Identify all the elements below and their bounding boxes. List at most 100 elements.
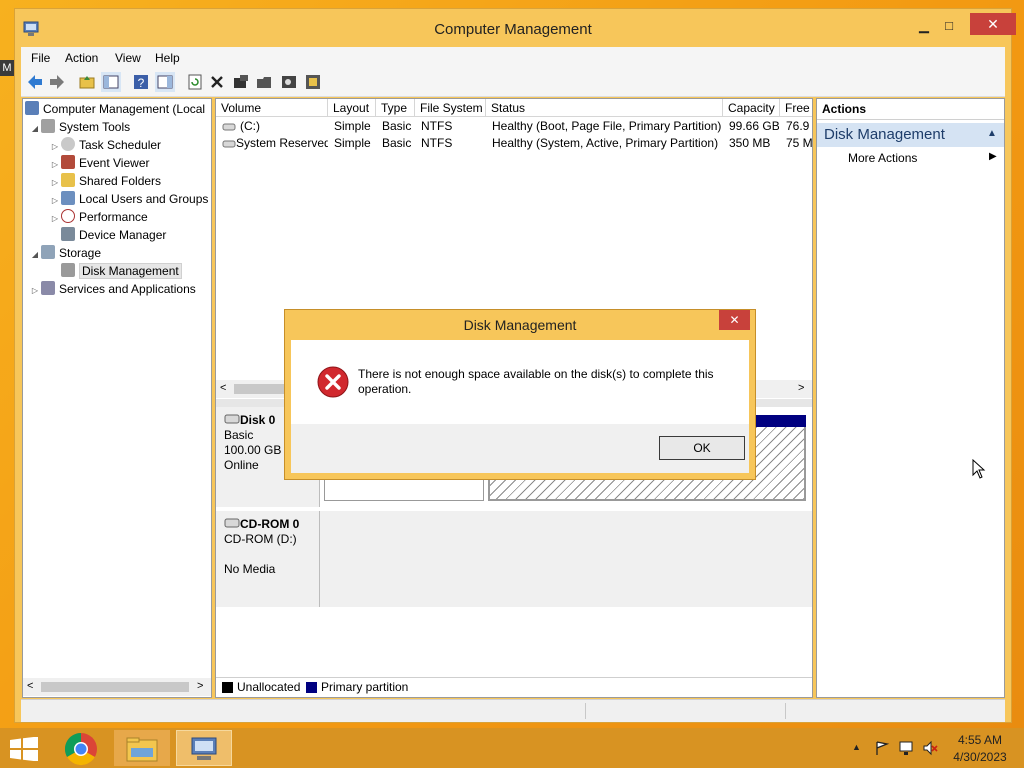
tree-item-storage[interactable]: ◢ Storage [29, 244, 101, 262]
cdrom-0-area[interactable] [320, 511, 812, 607]
delete-icon[interactable] [207, 72, 227, 92]
dialog-footer: OK [291, 424, 749, 473]
title-bar[interactable]: Computer Management ▁ □ ✕ [15, 9, 1016, 47]
scroll-left-icon[interactable]: < [220, 382, 226, 394]
tree-item-computer-management[interactable]: Computer Management (Local [25, 100, 205, 118]
file-explorer-icon [126, 737, 158, 762]
collapse-icon[interactable]: ◢ [29, 246, 41, 264]
refresh-icon[interactable] [185, 72, 205, 92]
expand-icon[interactable]: ▷ [29, 282, 41, 300]
ok-button[interactable]: OK [659, 436, 745, 460]
cdrom-0-info[interactable]: CD-ROM 0 CD-ROM (D:) No Media [216, 511, 320, 607]
legend-unallocated: Unallocated [237, 680, 301, 694]
table-row[interactable]: (C:) Simple Basic NTFS Healthy (Boot, Pa… [216, 118, 812, 135]
minimize-button[interactable]: ▁ [910, 15, 938, 37]
close-button[interactable]: ✕ [970, 13, 1016, 35]
collapse-up-icon[interactable]: ▲ [987, 128, 997, 139]
actions-section-disk-management[interactable]: Disk Management ▲ [817, 123, 1004, 147]
tree-horizontal-scrollbar[interactable]: < > [23, 678, 211, 696]
cdrom-0-type: CD-ROM (D:) [224, 532, 297, 546]
legend-primary: Primary partition [321, 680, 409, 694]
cdrom-icon [224, 518, 240, 528]
tree-item-shared-folders[interactable]: ▷ Shared Folders [49, 172, 161, 190]
column-header-capacity[interactable]: Capacity [723, 99, 780, 117]
expand-icon[interactable]: ▷ [49, 210, 61, 228]
menu-view[interactable]: View [111, 49, 145, 67]
column-header-layout[interactable]: Layout [328, 99, 376, 117]
cdrom-0-label: CD-ROM 0 [224, 517, 319, 532]
scroll-left-icon[interactable]: < [27, 680, 33, 692]
back-icon[interactable] [25, 72, 45, 92]
taskbar: ▲ 4:55 AM 4/30/2023 [0, 728, 1024, 768]
taskbar-file-explorer[interactable] [114, 730, 170, 766]
forward-icon[interactable] [47, 72, 67, 92]
connect-icon[interactable] [231, 72, 251, 92]
open-icon[interactable] [255, 72, 275, 92]
volume-layout: Simple [334, 119, 371, 133]
table-row[interactable]: System Reserved Simple Basic NTFS Health… [216, 135, 812, 152]
volume-muted-icon[interactable] [922, 740, 938, 756]
volume-type: Basic [382, 136, 412, 150]
tree-item-services[interactable]: ▷ Services and Applications [29, 280, 196, 298]
menu-help[interactable]: Help [151, 49, 184, 67]
scrollbar-thumb[interactable] [41, 682, 189, 692]
status-divider [585, 703, 586, 719]
tree-item-local-users[interactable]: ▷ Local Users and Groups [49, 190, 208, 208]
status-divider [785, 703, 786, 719]
maximize-button[interactable]: □ [935, 15, 963, 37]
tree-item-device-manager[interactable]: Device Manager [61, 226, 166, 244]
column-header-status[interactable]: Status [486, 99, 723, 117]
tree-item-task-scheduler[interactable]: ▷ Task Scheduler [49, 136, 161, 154]
column-header-type[interactable]: Type [376, 99, 415, 117]
tools-icon [41, 119, 55, 133]
actions-header: Actions [817, 99, 1004, 120]
taskbar-chrome[interactable] [54, 730, 110, 766]
cdrom-0-status: No Media [224, 562, 276, 576]
clock-time[interactable]: 4:55 AM [950, 733, 1010, 747]
event-viewer-icon [61, 155, 75, 169]
tree-item-system-tools[interactable]: ◢ System Tools [29, 118, 130, 136]
legend: Unallocated Primary partition [216, 677, 812, 697]
tree-item-performance[interactable]: ▷ Performance [49, 208, 148, 226]
action-center-flag-icon[interactable] [874, 740, 890, 756]
actions-title: Actions [822, 102, 867, 116]
tree-item-event-viewer[interactable]: ▷ Event Viewer [49, 154, 149, 172]
column-header-file-system[interactable]: File System [415, 99, 486, 117]
disk-icon [224, 414, 240, 424]
show-hidden-icons-icon[interactable]: ▲ [852, 742, 861, 752]
mouse-cursor-icon [972, 459, 986, 479]
dialog-title: Disk Management [463, 317, 577, 333]
services-icon [41, 281, 55, 295]
rescan-icon[interactable] [303, 72, 323, 92]
disk-icon [61, 263, 75, 277]
status-bar [21, 699, 1005, 722]
computer-icon [25, 101, 39, 115]
more-actions-item[interactable]: More Actions ▶ [817, 149, 1004, 167]
show-hide-tree-icon[interactable] [101, 72, 121, 92]
navigation-tree: Computer Management (Local ◢ System Tools… [22, 98, 212, 698]
volume-name: System Reserved [236, 136, 328, 150]
scroll-right-icon[interactable]: > [197, 680, 203, 692]
dialog-close-button[interactable]: ✕ [719, 310, 750, 330]
up-folder-icon[interactable] [77, 72, 97, 92]
column-header-free[interactable]: Free [780, 99, 812, 117]
windows-start-icon[interactable] [10, 737, 38, 761]
network-icon[interactable] [898, 740, 914, 756]
properties-icon[interactable] [155, 72, 175, 92]
close-icon: ✕ [987, 16, 999, 32]
tree-item-disk-management[interactable]: Disk Management [61, 262, 182, 280]
scroll-right-icon[interactable]: > [798, 382, 804, 394]
storage-icon [41, 245, 55, 259]
volume-free: 75 M [786, 136, 812, 150]
error-icon [317, 366, 349, 398]
search-icon[interactable] [279, 72, 299, 92]
volume-file-system: NTFS [421, 119, 453, 133]
menu-file[interactable]: File [27, 49, 54, 67]
column-header-volume[interactable]: Volume [216, 99, 328, 117]
help-icon[interactable]: ? [131, 72, 151, 92]
clock-date[interactable]: 4/30/2023 [950, 750, 1010, 764]
taskbar-computer-management[interactable] [176, 730, 232, 766]
collapse-icon[interactable]: ◢ [29, 120, 41, 138]
menu-action[interactable]: Action [61, 49, 102, 67]
desktop-item[interactable]: M [0, 60, 14, 76]
